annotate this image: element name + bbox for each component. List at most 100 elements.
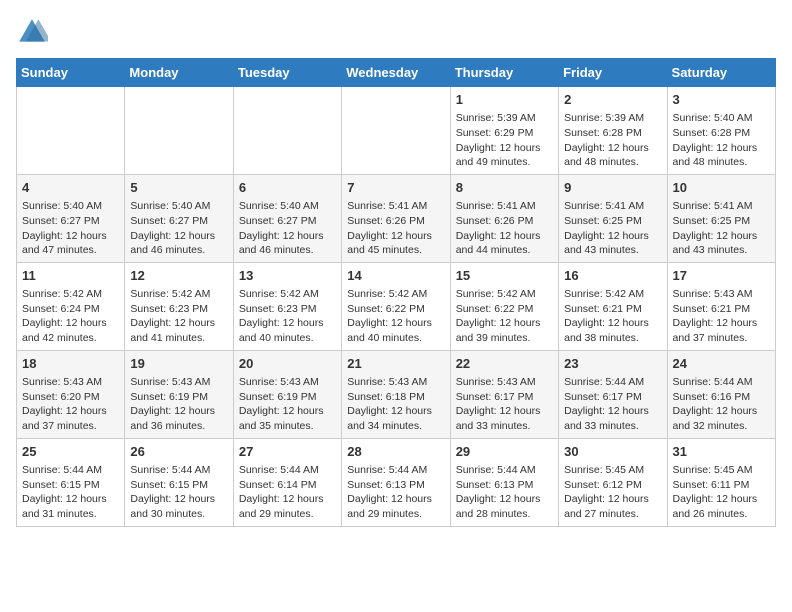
day-info: and 30 minutes. xyxy=(130,507,227,522)
day-info: and 43 minutes. xyxy=(673,243,770,258)
day-number: 28 xyxy=(347,443,444,461)
day-info: Daylight: 12 hours xyxy=(673,404,770,419)
day-info: Daylight: 12 hours xyxy=(130,492,227,507)
calendar-cell xyxy=(125,87,233,175)
day-info: Sunrise: 5:41 AM xyxy=(456,199,553,214)
day-number: 19 xyxy=(130,355,227,373)
calendar-cell: 30Sunrise: 5:45 AMSunset: 6:12 PMDayligh… xyxy=(559,438,667,526)
day-number: 10 xyxy=(673,179,770,197)
day-info: Daylight: 12 hours xyxy=(673,229,770,244)
day-info: Sunset: 6:29 PM xyxy=(456,126,553,141)
day-info: Sunset: 6:27 PM xyxy=(130,214,227,229)
day-header-monday: Monday xyxy=(125,59,233,87)
day-number: 24 xyxy=(673,355,770,373)
day-info: Sunrise: 5:44 AM xyxy=(673,375,770,390)
calendar-cell: 29Sunrise: 5:44 AMSunset: 6:13 PMDayligh… xyxy=(450,438,558,526)
logo-icon xyxy=(16,16,48,48)
day-header-sunday: Sunday xyxy=(17,59,125,87)
day-number: 22 xyxy=(456,355,553,373)
calendar-table: SundayMondayTuesdayWednesdayThursdayFrid… xyxy=(16,58,776,527)
calendar-cell: 15Sunrise: 5:42 AMSunset: 6:22 PMDayligh… xyxy=(450,262,558,350)
calendar-cell: 16Sunrise: 5:42 AMSunset: 6:21 PMDayligh… xyxy=(559,262,667,350)
day-info: and 40 minutes. xyxy=(239,331,336,346)
calendar-week-4: 18Sunrise: 5:43 AMSunset: 6:20 PMDayligh… xyxy=(17,350,776,438)
day-info: Daylight: 12 hours xyxy=(239,316,336,331)
day-info: and 49 minutes. xyxy=(456,155,553,170)
day-info: Sunset: 6:22 PM xyxy=(456,302,553,317)
day-info: and 41 minutes. xyxy=(130,331,227,346)
calendar-cell xyxy=(17,87,125,175)
calendar-cell: 7Sunrise: 5:41 AMSunset: 6:26 PMDaylight… xyxy=(342,174,450,262)
day-info: and 33 minutes. xyxy=(456,419,553,434)
day-info: and 45 minutes. xyxy=(347,243,444,258)
day-info: Sunset: 6:25 PM xyxy=(673,214,770,229)
day-info: Sunset: 6:17 PM xyxy=(456,390,553,405)
day-number: 12 xyxy=(130,267,227,285)
day-info: Sunrise: 5:43 AM xyxy=(22,375,119,390)
calendar-cell xyxy=(342,87,450,175)
day-info: Daylight: 12 hours xyxy=(22,316,119,331)
calendar-body: 1Sunrise: 5:39 AMSunset: 6:29 PMDaylight… xyxy=(17,87,776,527)
day-info: Sunset: 6:24 PM xyxy=(22,302,119,317)
day-info: Daylight: 12 hours xyxy=(456,404,553,419)
day-info: and 26 minutes. xyxy=(673,507,770,522)
logo xyxy=(16,16,52,48)
day-info: Daylight: 12 hours xyxy=(456,492,553,507)
day-info: and 33 minutes. xyxy=(564,419,661,434)
calendar-cell: 31Sunrise: 5:45 AMSunset: 6:11 PMDayligh… xyxy=(667,438,775,526)
day-info: and 34 minutes. xyxy=(347,419,444,434)
day-info: Sunset: 6:18 PM xyxy=(347,390,444,405)
day-info: Sunrise: 5:43 AM xyxy=(130,375,227,390)
day-header-saturday: Saturday xyxy=(667,59,775,87)
calendar-cell: 27Sunrise: 5:44 AMSunset: 6:14 PMDayligh… xyxy=(233,438,341,526)
day-info: and 43 minutes. xyxy=(564,243,661,258)
day-info: Sunset: 6:27 PM xyxy=(239,214,336,229)
calendar-cell: 8Sunrise: 5:41 AMSunset: 6:26 PMDaylight… xyxy=(450,174,558,262)
calendar-cell: 13Sunrise: 5:42 AMSunset: 6:23 PMDayligh… xyxy=(233,262,341,350)
day-info: Daylight: 12 hours xyxy=(456,141,553,156)
day-info: Sunrise: 5:41 AM xyxy=(673,199,770,214)
day-info: Sunset: 6:19 PM xyxy=(239,390,336,405)
calendar-cell: 11Sunrise: 5:42 AMSunset: 6:24 PMDayligh… xyxy=(17,262,125,350)
day-number: 30 xyxy=(564,443,661,461)
day-info: Daylight: 12 hours xyxy=(130,229,227,244)
calendar-week-2: 4Sunrise: 5:40 AMSunset: 6:27 PMDaylight… xyxy=(17,174,776,262)
day-info: and 37 minutes. xyxy=(22,419,119,434)
day-number: 16 xyxy=(564,267,661,285)
calendar-cell xyxy=(233,87,341,175)
day-info: and 38 minutes. xyxy=(564,331,661,346)
day-info: Sunrise: 5:45 AM xyxy=(564,463,661,478)
day-info: and 29 minutes. xyxy=(347,507,444,522)
day-number: 26 xyxy=(130,443,227,461)
day-info: and 48 minutes. xyxy=(673,155,770,170)
day-info: Sunrise: 5:40 AM xyxy=(130,199,227,214)
day-info: Daylight: 12 hours xyxy=(22,229,119,244)
calendar-week-3: 11Sunrise: 5:42 AMSunset: 6:24 PMDayligh… xyxy=(17,262,776,350)
day-number: 21 xyxy=(347,355,444,373)
day-info: Sunrise: 5:43 AM xyxy=(456,375,553,390)
day-number: 2 xyxy=(564,91,661,109)
day-info: Sunset: 6:23 PM xyxy=(130,302,227,317)
day-info: and 42 minutes. xyxy=(22,331,119,346)
day-number: 3 xyxy=(673,91,770,109)
day-number: 14 xyxy=(347,267,444,285)
day-info: Sunrise: 5:40 AM xyxy=(239,199,336,214)
day-info: Sunrise: 5:42 AM xyxy=(239,287,336,302)
calendar-week-1: 1 Sunrise: 5:39 AM Sunset: 6:29 PMDaylight… xyxy=(17,87,776,175)
day-info: Sunrise: 5:39 AM xyxy=(564,111,661,126)
calendar-cell: 23Sunrise: 5:44 AMSunset: 6:17 PMDayligh… xyxy=(559,350,667,438)
day-number: 8 xyxy=(456,179,553,197)
day-number: 13 xyxy=(239,267,336,285)
day-info: Daylight: 12 hours xyxy=(347,404,444,419)
day-number: 31 xyxy=(673,443,770,461)
calendar-cell: 3Sunrise: 5:40 AMSunset: 6:28 PMDaylight… xyxy=(667,87,775,175)
day-info: Sunset: 6:21 PM xyxy=(673,302,770,317)
day-info: Sunset: 6:28 PM xyxy=(564,126,661,141)
calendar-cell: 21Sunrise: 5:43 AMSunset: 6:18 PMDayligh… xyxy=(342,350,450,438)
day-info: Sunset: 6:12 PM xyxy=(564,478,661,493)
calendar-cell: 24Sunrise: 5:44 AMSunset: 6:16 PMDayligh… xyxy=(667,350,775,438)
day-number: 1 xyxy=(456,91,553,109)
day-info: Daylight: 12 hours xyxy=(456,316,553,331)
calendar-cell: 28Sunrise: 5:44 AMSunset: 6:13 PMDayligh… xyxy=(342,438,450,526)
day-info: Sunset: 6:15 PM xyxy=(130,478,227,493)
